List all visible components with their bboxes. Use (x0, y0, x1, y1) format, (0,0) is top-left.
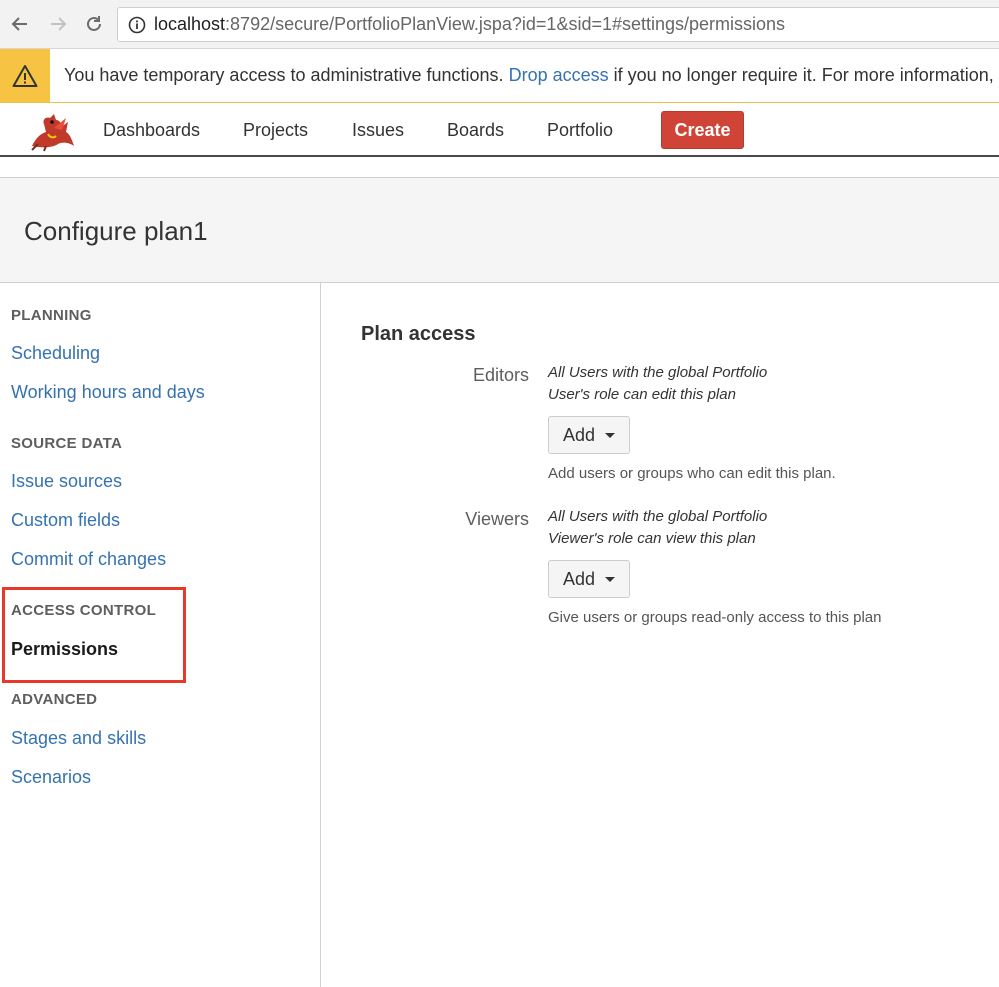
sidebar-divider (320, 283, 321, 987)
warning-icon (0, 49, 50, 102)
address-bar[interactable]: localhost:8792/secure/PortfolioPlanView.… (117, 7, 999, 42)
info-icon[interactable] (128, 16, 146, 34)
editors-add-label: Add (562, 424, 596, 445)
editors-help: Add users or groups who can edit this pl… (548, 465, 836, 482)
chevron-down-icon (605, 576, 616, 582)
editors-desc-line2: User's role can edit this plan (548, 386, 736, 403)
warning-text-end: if you no longer require it. For more in… (613, 65, 994, 85)
drop-access-link[interactable]: Drop access (509, 65, 609, 85)
sidebar-item-working-hours[interactable]: Working hours and days (11, 382, 205, 403)
viewers-label: Viewers (465, 509, 529, 529)
nav-dashboards[interactable]: Dashboards (103, 120, 200, 141)
sidebar-item-issue-sources[interactable]: Issue sources (11, 471, 122, 492)
sidebar-item-custom-fields[interactable]: Custom fields (11, 510, 120, 531)
url-text: localhost:8792/secure/PortfolioPlanView.… (154, 14, 785, 35)
viewers-description: All Users with the global Portfolio View… (548, 506, 767, 550)
warning-text-start: You have temporary access to administrat… (64, 65, 504, 85)
highlight-annotation (2, 587, 186, 683)
warning-message: You have temporary access to administrat… (64, 65, 994, 86)
viewers-desc-line2: Viewer's role can view this plan (548, 530, 756, 547)
nav-portfolio[interactable]: Portfolio (547, 120, 613, 141)
admin-warning-banner: You have temporary access to administrat… (0, 49, 999, 103)
viewers-help: Give users or groups read-only access to… (548, 609, 882, 626)
sidebar-heading-advanced: ADVANCED (11, 691, 98, 708)
viewers-add-button[interactable]: Add (548, 560, 630, 598)
reload-icon[interactable] (83, 12, 105, 36)
sidebar-item-stages-skills[interactable]: Stages and skills (11, 728, 146, 749)
page-header: Configure plan1 (0, 177, 999, 283)
sidebar-heading-source-data: SOURCE DATA (11, 435, 123, 452)
viewers-desc-line1: All Users with the global Portfolio (548, 508, 768, 525)
viewers-add-label: Add (562, 568, 596, 589)
url-host: localhost (154, 14, 226, 34)
section-title: Plan access (361, 323, 476, 345)
page-title: Configure plan1 (24, 216, 208, 246)
sidebar-item-scheduling[interactable]: Scheduling (11, 343, 100, 364)
sidebar-heading-planning: PLANNING (11, 307, 92, 324)
editors-add-button[interactable]: Add (548, 416, 630, 454)
sidebar-item-commit-changes[interactable]: Commit of changes (11, 549, 166, 570)
editors-label: Editors (472, 365, 529, 385)
browser-toolbar: localhost:8792/secure/PortfolioPlanView.… (0, 0, 999, 49)
nav-issues[interactable]: Issues (352, 120, 404, 141)
editors-desc-line1: All Users with the global Portfolio (548, 364, 768, 381)
app-header: Dashboards Projects Issues Boards Portfo… (0, 103, 999, 157)
sidebar-item-scenarios[interactable]: Scenarios (11, 767, 91, 788)
editors-description: All Users with the global Portfolio User… (548, 362, 767, 406)
create-button[interactable]: Create (661, 111, 744, 149)
nav-projects[interactable]: Projects (243, 120, 308, 141)
chevron-down-icon (605, 432, 616, 438)
forward-icon[interactable] (47, 12, 69, 36)
nav-boards[interactable]: Boards (447, 120, 504, 141)
url-path: :8792/secure/PortfolioPlanView.jspa?id=1… (225, 14, 786, 34)
back-icon[interactable] (9, 12, 31, 36)
dragon-logo[interactable] (24, 108, 78, 152)
